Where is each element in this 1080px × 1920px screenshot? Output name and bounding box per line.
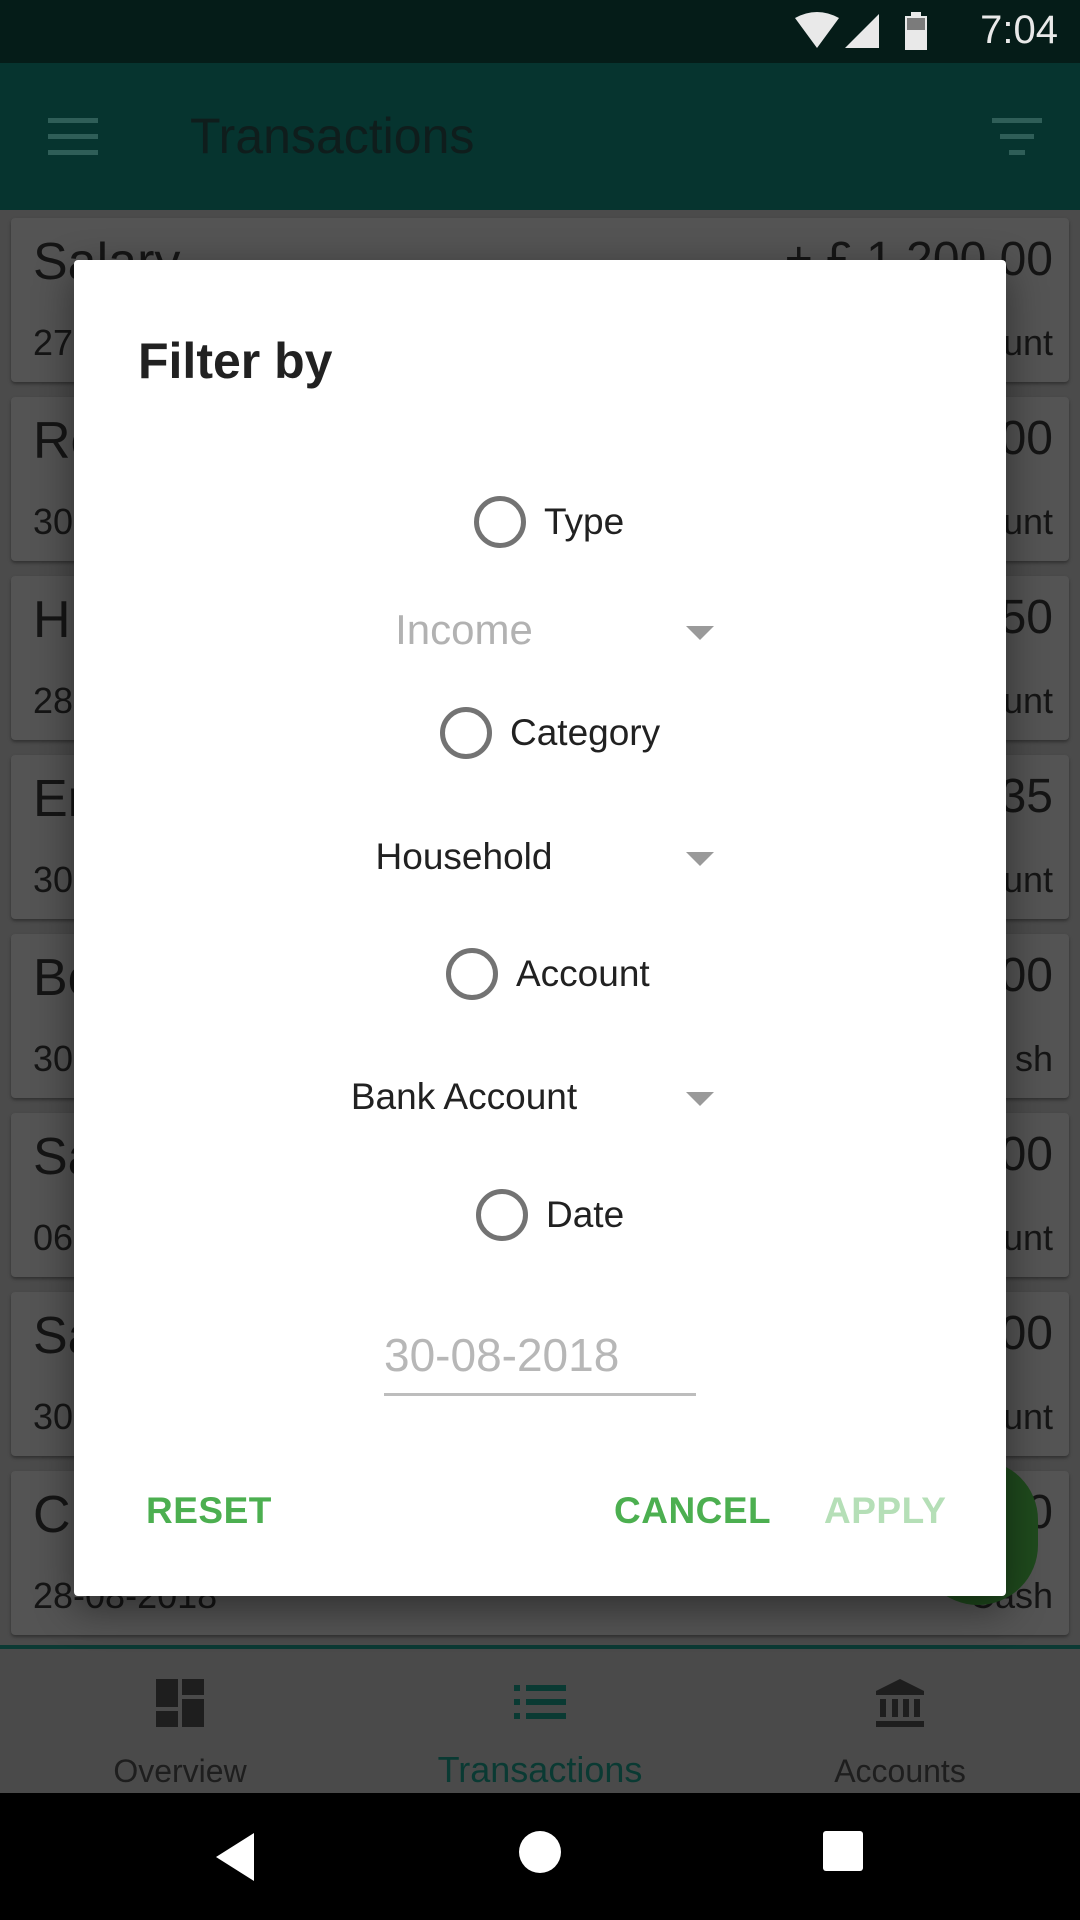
category-radio[interactable] xyxy=(440,707,492,759)
reset-button[interactable]: RESET xyxy=(146,1490,272,1532)
filter-dialog: Filter by Type Income Category Household… xyxy=(74,260,1006,1596)
nav-accounts[interactable]: Accounts xyxy=(720,1649,1080,1793)
date-radio-row[interactable]: Date xyxy=(476,1187,624,1243)
transaction-date: 06 xyxy=(33,1217,74,1258)
type-label: Type xyxy=(544,501,625,542)
wifi-icon xyxy=(795,12,839,48)
back-icon[interactable] xyxy=(216,1833,254,1881)
chevron-down-icon xyxy=(686,1092,714,1106)
transaction-account: unt xyxy=(1002,1396,1053,1437)
account-radio-row[interactable]: Account xyxy=(446,946,650,1002)
type-dropdown[interactable]: Income xyxy=(314,602,714,662)
category-dropdown-value: Household xyxy=(375,836,553,877)
home-icon[interactable] xyxy=(519,1831,561,1873)
type-radio[interactable] xyxy=(474,496,526,548)
nav-transactions-label: Transactions xyxy=(437,1749,643,1790)
transaction-amount: 00 xyxy=(999,1128,1053,1181)
account-dropdown[interactable]: Bank Account xyxy=(314,1068,714,1128)
date-field[interactable] xyxy=(384,1320,696,1396)
status-time: 7:04 xyxy=(980,8,1058,52)
transaction-account: unt xyxy=(1002,859,1053,900)
cancel-button[interactable]: CANCEL xyxy=(614,1490,771,1532)
transaction-date: 28 xyxy=(33,680,74,721)
list-icon xyxy=(514,1685,566,1719)
bottom-nav: Overview Transactions Accounts xyxy=(0,1645,1080,1793)
category-dropdown[interactable]: Household xyxy=(314,828,714,888)
dialog-title: Filter by xyxy=(138,333,333,389)
transaction-amount: 50 xyxy=(999,591,1053,644)
transaction-amount: 00 xyxy=(999,1307,1053,1360)
transaction-account: unt xyxy=(1002,501,1053,542)
date-label: Date xyxy=(546,1194,625,1235)
category-radio-row[interactable]: Category xyxy=(440,705,660,761)
nav-accounts-label: Accounts xyxy=(834,1753,966,1789)
transaction-account: unt xyxy=(1002,1217,1053,1258)
account-label: Account xyxy=(516,953,650,994)
type-radio-row[interactable]: Type xyxy=(474,494,624,550)
transaction-amount: 00 xyxy=(999,412,1053,465)
overview-icon xyxy=(156,1679,204,1727)
chevron-down-icon xyxy=(686,626,714,640)
transaction-date: 30 xyxy=(33,859,74,900)
status-bar: 7:04 xyxy=(0,0,1080,63)
status-icons xyxy=(795,12,927,50)
nav-transactions[interactable]: Transactions xyxy=(360,1649,720,1793)
chevron-down-icon xyxy=(686,852,714,866)
date-radio[interactable] xyxy=(476,1189,528,1241)
transaction-name: H xyxy=(33,591,71,649)
account-dropdown-value: Bank Account xyxy=(350,1076,578,1117)
date-input[interactable] xyxy=(384,1320,696,1390)
transaction-date: 30 xyxy=(33,1038,74,1079)
apply-button[interactable]: APPLY xyxy=(824,1490,946,1532)
transaction-account: unt xyxy=(1002,680,1053,721)
app-title: Transactions xyxy=(190,108,475,164)
nav-overview-label: Overview xyxy=(113,1753,247,1789)
recents-icon[interactable] xyxy=(823,1831,863,1871)
type-dropdown-value: Income xyxy=(395,606,533,653)
battery-icon xyxy=(905,12,927,50)
transaction-date: 30 xyxy=(33,501,74,542)
system-nav-bar xyxy=(0,1793,1080,1920)
nav-overview[interactable]: Overview xyxy=(0,1649,360,1793)
bank-icon xyxy=(876,1679,924,1727)
transaction-amount: 35 xyxy=(999,770,1053,823)
filter-icon[interactable] xyxy=(992,118,1042,156)
signal-icon xyxy=(845,14,879,48)
app-bar: Transactions xyxy=(0,63,1080,210)
transaction-amount: 00 xyxy=(999,949,1053,1002)
transaction-date: 30 xyxy=(33,1396,74,1437)
menu-icon[interactable] xyxy=(48,118,98,156)
transaction-date: 27 xyxy=(33,322,74,363)
transaction-account: sh xyxy=(1014,1038,1053,1079)
account-radio[interactable] xyxy=(446,948,498,1000)
category-label: Category xyxy=(510,712,661,753)
transaction-account: unt xyxy=(1002,322,1053,363)
